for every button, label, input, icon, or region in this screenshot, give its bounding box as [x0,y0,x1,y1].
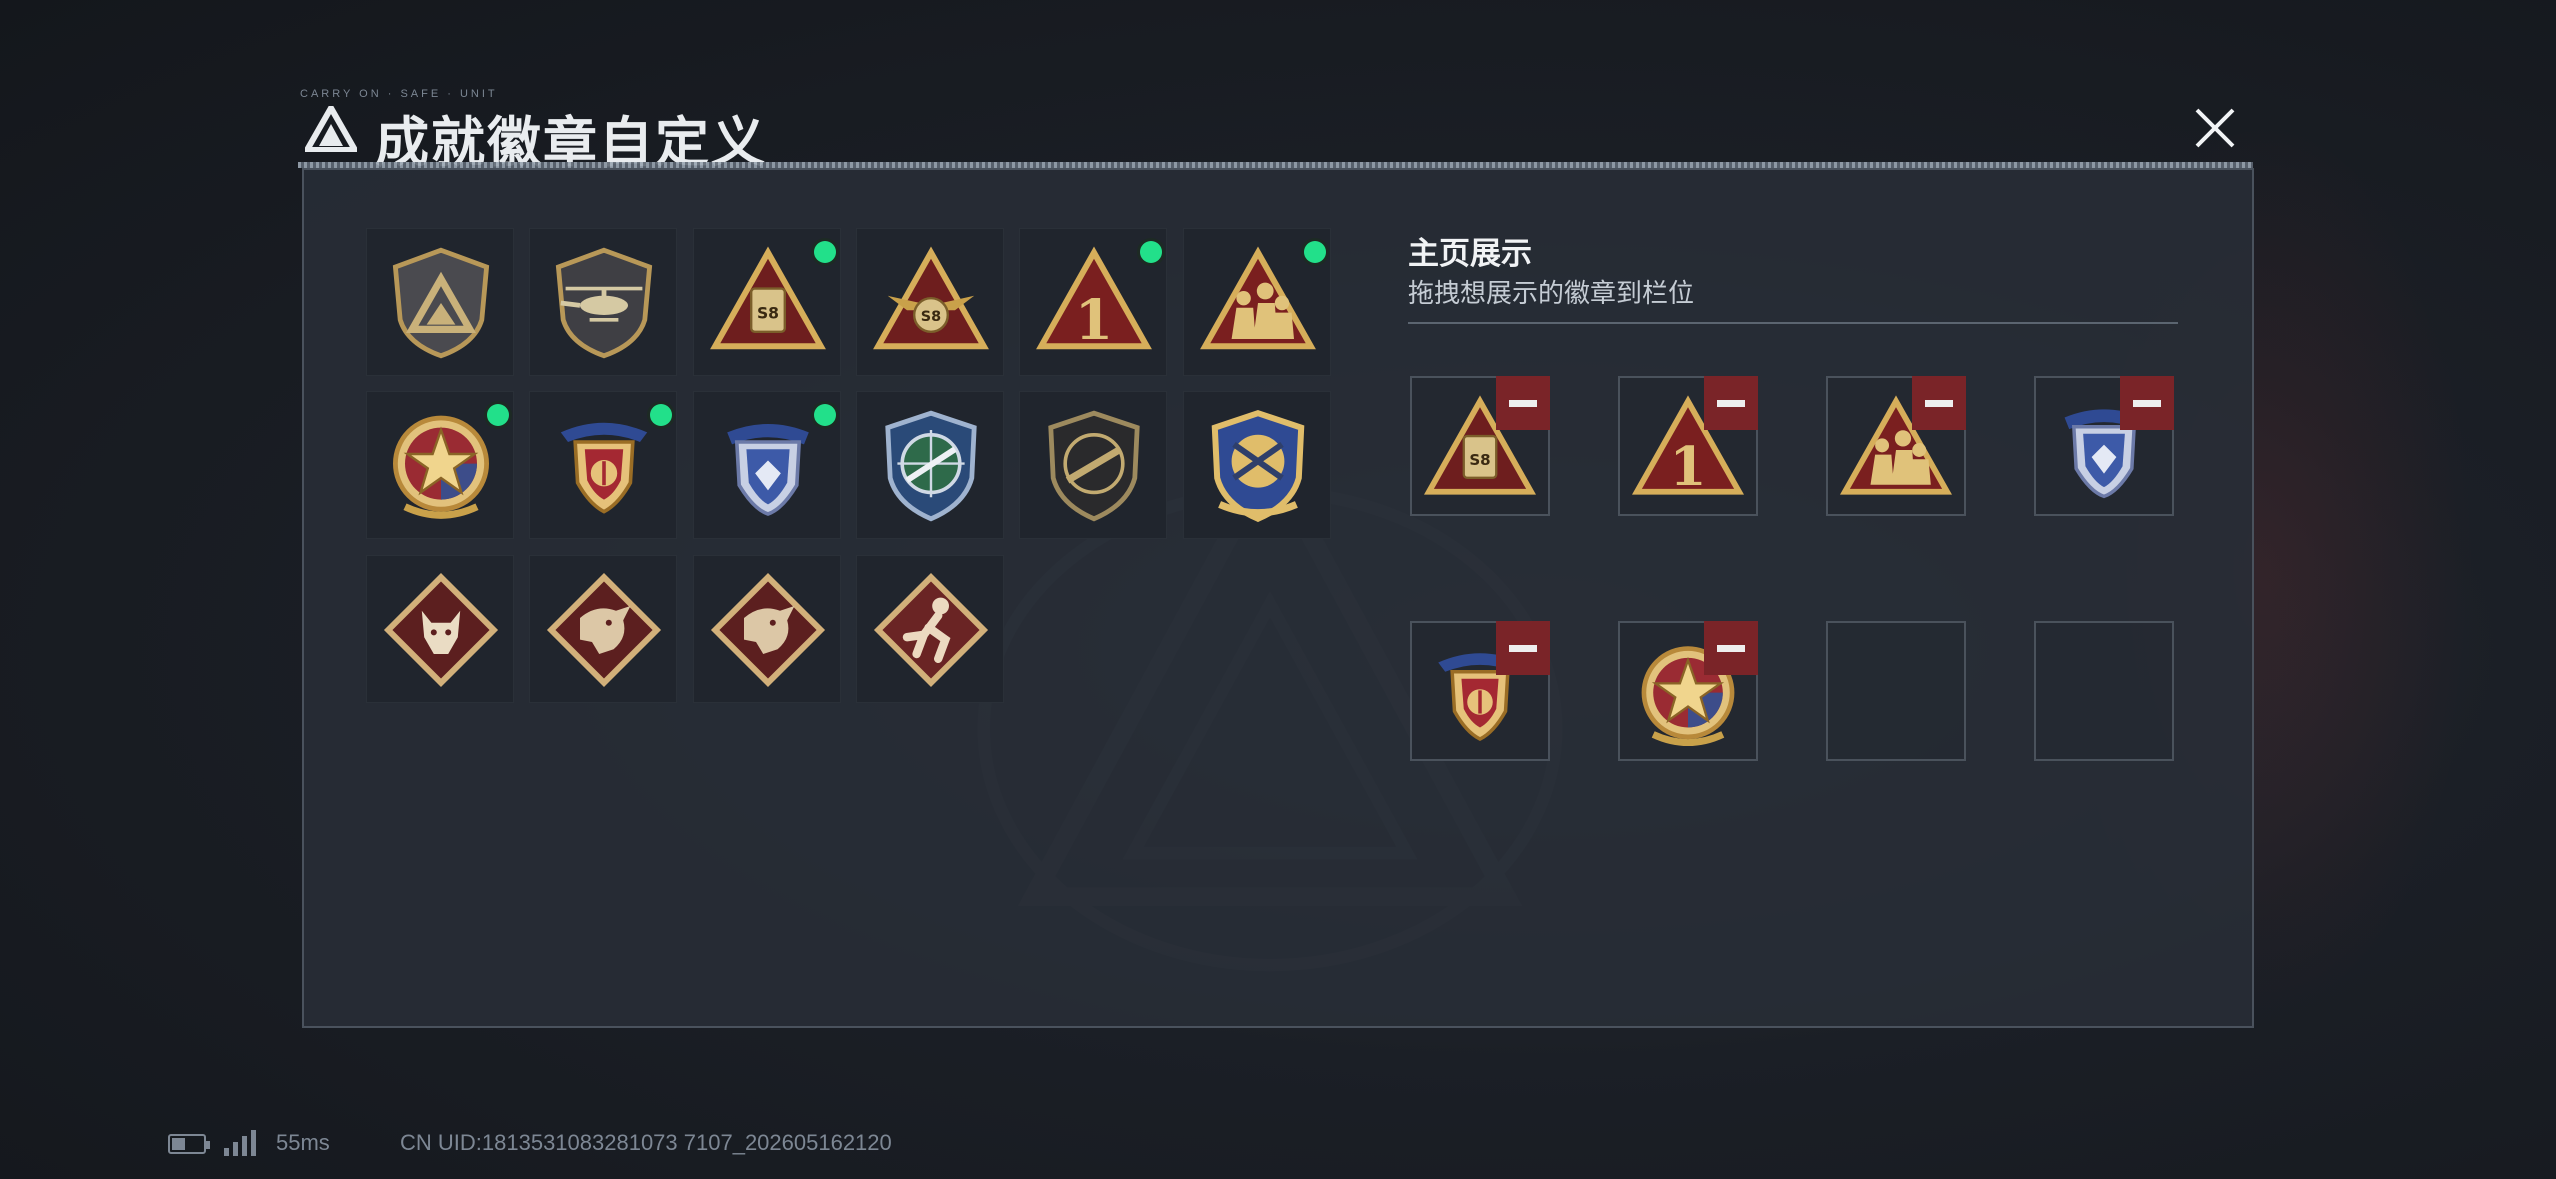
badge-slot[interactable] [1019,391,1167,539]
badge-slot[interactable] [1019,228,1167,376]
soldiers-triangle-badge-icon [1198,243,1318,363]
showcase-slot[interactable] [1618,621,1758,761]
remove-badge-button[interactable] [1496,376,1550,430]
battery-icon [168,1134,210,1154]
dragon-diamond-badge-icon [544,570,664,690]
title-bar: CARRY ON · SAFE · UNIT 成就徽章自定义 [290,88,2250,173]
red-star-medal-badge-icon [381,406,501,526]
helicopter-badge-icon [544,243,664,363]
showcase-slot[interactable] [1410,376,1550,516]
showcase-slot-empty[interactable] [1826,621,1966,761]
badge-slot[interactable] [529,228,677,376]
showcase-slot-empty[interactable] [2034,621,2174,761]
crosshair-rifle-badge-icon [871,406,991,526]
remove-badge-button[interactable] [1704,376,1758,430]
runner-diamond-badge-icon [871,570,991,690]
ping-label: 55ms [276,1130,330,1155]
blue-diamond-shield-badge-icon [708,406,828,526]
number-one-triangle-badge-icon [1034,243,1154,363]
badge-slot[interactable] [529,555,677,703]
delta-logo-icon [305,106,357,152]
selected-indicator-dot [650,404,672,426]
showcase-subtitle: 拖拽想展示的徽章到栏位 [1408,278,1695,308]
badge-slot[interactable] [366,391,514,539]
showcase-slot[interactable] [1826,376,1966,516]
selected-indicator-dot [1304,241,1326,263]
remove-badge-button[interactable] [1704,621,1758,675]
badge-slot[interactable] [1183,228,1331,376]
uid-label: CN UID:1813531083281073 7107_20260516212… [400,1130,892,1155]
remove-badge-button[interactable] [1496,621,1550,675]
close-icon[interactable] [2185,98,2245,158]
badge-slot[interactable] [1183,391,1331,539]
dragon-diamond-badge-icon [708,570,828,690]
selected-indicator-dot [487,404,509,426]
showcase-divider [1408,322,2178,324]
showcase-slot[interactable] [1410,621,1550,761]
badge-slot[interactable] [856,228,1004,376]
showcase-slot[interactable] [2034,376,2174,516]
s8-triangle-badge-icon [708,243,828,363]
selected-indicator-dot [1140,241,1162,263]
badge-slot[interactable] [856,555,1004,703]
shield-triangle-badge-icon [381,243,501,363]
gold-cross-guns-badge-icon [1198,406,1318,526]
showcase-slot[interactable] [1618,376,1758,516]
badge-slot[interactable] [693,228,841,376]
s8-winged-triangle-badge-icon [871,243,991,363]
dark-rifle-shield-badge-icon [1034,406,1154,526]
badge-slot[interactable] [529,391,677,539]
remove-badge-button[interactable] [2120,376,2174,430]
selected-indicator-dot [814,241,836,263]
signal-icon [224,1130,260,1156]
wolf-diamond-badge-icon [381,570,501,690]
remove-badge-button[interactable] [1912,376,1966,430]
badge-slot[interactable] [693,391,841,539]
badge-slot[interactable] [856,391,1004,539]
selected-indicator-dot [814,404,836,426]
badge-slot[interactable] [366,228,514,376]
navy-crest-medal-badge-icon [544,406,664,526]
showcase-title: 主页展示 [1408,236,1532,271]
badge-slot[interactable] [366,555,514,703]
badge-slot[interactable] [693,555,841,703]
